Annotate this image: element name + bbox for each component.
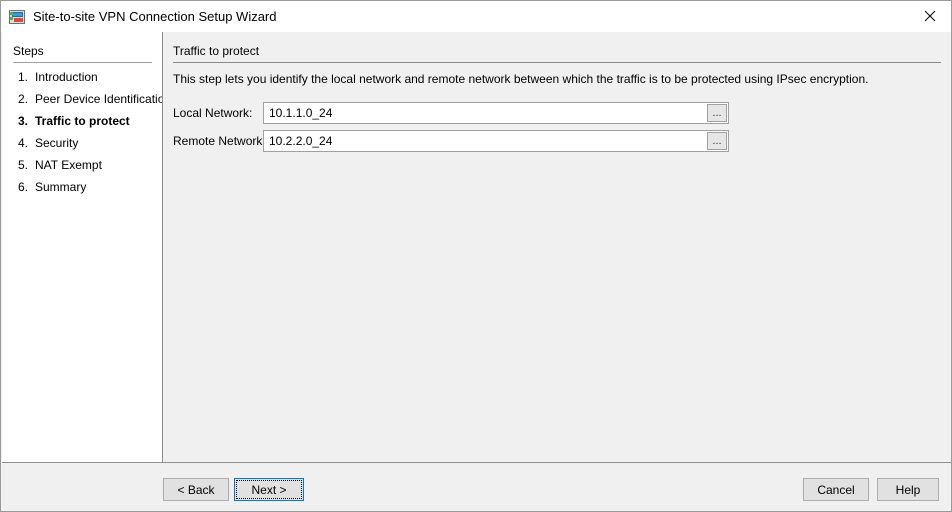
remote-network-value: 10.2.2.0_24 <box>269 134 333 148</box>
step-label: Summary <box>35 180 87 194</box>
step-label: Traffic to protect <box>35 114 130 128</box>
step-number: 3. <box>18 114 29 128</box>
steps-header: Steps <box>13 44 44 58</box>
content-pane: Traffic to protect This step lets you id… <box>163 32 951 462</box>
step-label: NAT Exempt <box>35 158 102 172</box>
step-label: Security <box>35 136 79 150</box>
page-description: This step lets you identify the local ne… <box>173 72 869 86</box>
sidebar-step-summary[interactable]: 6. Summary <box>2 180 162 202</box>
window-title: Site-to-site VPN Connection Setup Wizard <box>33 8 277 24</box>
local-network-value: 10.1.1.0_24 <box>269 106 333 120</box>
step-number: 1. <box>18 70 29 84</box>
local-network-label: Local Network: <box>173 106 253 120</box>
help-button[interactable]: Help <box>877 478 939 501</box>
sidebar-step-introduction[interactable]: 1. Introduction <box>2 70 162 92</box>
close-icon[interactable] <box>907 1 951 31</box>
footer-bar: < Back Next > Cancel Help <box>2 463 951 511</box>
back-button[interactable]: < Back <box>163 478 229 501</box>
remote-network-row: Remote Network: 10.2.2.0_24 ... <box>173 130 729 152</box>
vpn-wizard-icon <box>9 9 25 25</box>
steps-header-rule <box>13 62 152 63</box>
sidebar-step-peer-device-identification[interactable]: 2. Peer Device Identificatio <box>2 92 162 114</box>
sidebar-step-traffic-to-protect[interactable]: 3. Traffic to protect <box>2 114 162 136</box>
step-number: 2. <box>18 92 29 106</box>
remote-network-label: Remote Network: <box>173 134 266 148</box>
remote-network-input[interactable]: 10.2.2.0_24 ... <box>263 130 729 152</box>
steps-list: 1. Introduction 2. Peer Device Identific… <box>2 70 162 202</box>
page-title: Traffic to protect <box>173 44 260 58</box>
page-title-rule <box>173 62 941 63</box>
step-number: 5. <box>18 158 29 172</box>
next-button-label: Next > <box>251 482 287 497</box>
sidebar-step-nat-exempt[interactable]: 5. NAT Exempt <box>2 158 162 180</box>
sidebar-step-security[interactable]: 4. Security <box>2 136 162 158</box>
local-network-browse-button[interactable]: ... <box>707 104 727 122</box>
local-network-row: Local Network: 10.1.1.0_24 ... <box>173 102 729 124</box>
step-number: 6. <box>18 180 29 194</box>
step-number: 4. <box>18 136 29 150</box>
steps-sidebar: Steps 1. Introduction 2. Peer Device Ide… <box>2 32 162 462</box>
title-bar: Site-to-site VPN Connection Setup Wizard <box>1 1 951 33</box>
remote-network-browse-button[interactable]: ... <box>707 132 727 150</box>
local-network-input[interactable]: 10.1.1.0_24 ... <box>263 102 729 124</box>
next-button[interactable]: Next > <box>234 478 304 501</box>
step-label: Peer Device Identificatio <box>35 92 162 106</box>
wizard-window: Site-to-site VPN Connection Setup Wizard… <box>0 0 952 512</box>
cancel-button[interactable]: Cancel <box>803 478 869 501</box>
step-label: Introduction <box>35 70 98 84</box>
